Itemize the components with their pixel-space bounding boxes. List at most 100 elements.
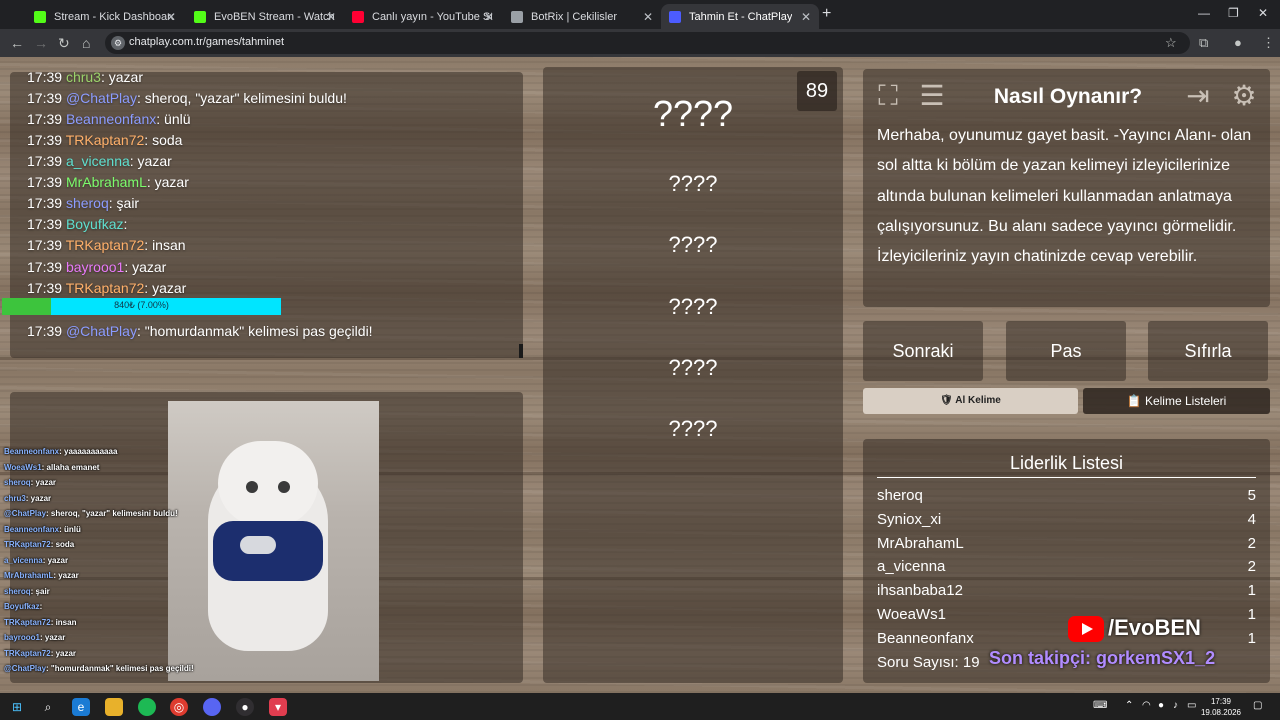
how-to-play-title: Nasıl Oynanır? — [993, 85, 1143, 108]
back-icon[interactable]: ← — [10, 35, 24, 51]
overlay-username: sheroq — [4, 478, 31, 487]
chat-text: : sheroq, "yazar" kelimesini buldu! — [136, 90, 347, 106]
next-button[interactable]: Sonraki — [863, 321, 983, 381]
leaderboard-row: ihsanbaba12 1 — [877, 582, 1256, 599]
home-icon[interactable]: ⌂ — [82, 35, 90, 51]
tab-youtube-studio[interactable]: Canlı yayın - YouTube Studio ✕ — [344, 4, 502, 29]
profile-icon[interactable]: ● — [1234, 35, 1242, 50]
system-clock[interactable]: 17:39 19.08.2026 — [1200, 696, 1242, 718]
edge-icon[interactable]: e — [72, 698, 90, 716]
chat-text: : yazar — [124, 259, 167, 275]
chat-text: : yazar — [144, 280, 187, 296]
tab-bar: Stream - Kick Dashboard ✕ EvoBEN Stream … — [0, 0, 1280, 29]
chrome-icon[interactable]: ◎ — [170, 698, 188, 716]
pass-button[interactable]: Pas — [1006, 321, 1126, 381]
url-field[interactable]: ⚙ chatplay.com.tr/games/tahminet — [105, 32, 1190, 54]
chat-message: 17:39 MrAbrahamL: yazar — [27, 174, 189, 190]
discord-icon[interactable] — [203, 698, 221, 716]
word-lists-button[interactable]: 📋 Kelime Listeleri — [1083, 388, 1270, 414]
site-info-icon[interactable]: ⚙ — [111, 36, 125, 50]
chat-username[interactable]: @ChatPlay — [66, 323, 137, 339]
clipboard-icon: 📋 — [1126, 394, 1145, 408]
chat-username[interactable]: chru3 — [66, 69, 101, 85]
overlay-text: : yazar — [40, 633, 66, 642]
chat-message: 17:39 TRKaptan72: soda — [27, 132, 182, 148]
chat-username[interactable]: sheroq — [66, 195, 109, 211]
how-to-play-text: Merhaba, oyunumuz gayet basit. -Yayıncı … — [877, 127, 1252, 266]
close-icon[interactable]: ✕ — [166, 10, 176, 24]
get-word-label: Al Kelime — [955, 395, 1001, 406]
extensions-icon[interactable]: ⧉ — [1199, 35, 1208, 51]
chat-time: 17:39 — [27, 237, 63, 253]
fullscreen-icon[interactable]: ⛶ — [871, 79, 905, 113]
close-icon[interactable]: ✕ — [484, 10, 494, 24]
chat-time: 17:39 — [27, 195, 63, 211]
chat-message: 17:39 TRKaptan72: yazar — [27, 280, 186, 296]
chat-username[interactable]: TRKaptan72 — [66, 132, 145, 148]
new-tab-button[interactable]: + — [822, 5, 831, 23]
notes-icon[interactable]: ☰ — [915, 79, 949, 113]
menu-icon[interactable]: ⋮ — [1262, 35, 1275, 51]
chat-username[interactable]: @ChatPlay — [66, 90, 137, 106]
chat-message: 17:39 chru3: yazar — [27, 69, 143, 85]
overlay-username: Beanneonfanx — [4, 524, 60, 534]
minimize-icon[interactable]: — — [1198, 6, 1210, 20]
chat-text: : soda — [144, 132, 183, 148]
forward-icon[interactable]: → — [34, 35, 48, 51]
chat-username[interactable]: bayrooo1 — [66, 259, 124, 275]
search-icon[interactable]: ⌕ — [39, 698, 57, 716]
spotify-icon[interactable] — [138, 698, 156, 716]
notification-icon[interactable]: ▢ — [1253, 700, 1262, 711]
forbidden-word: ???? — [668, 416, 718, 441]
progress-text: 840₺ (7.00%) — [114, 300, 169, 310]
keyboard-icon[interactable]: ⌨ — [1093, 700, 1107, 711]
chat-time: 17:39 — [27, 69, 63, 85]
overlay-chat-line: bayrooo1: yazar — [4, 633, 65, 642]
reload-icon[interactable]: ↻ — [58, 35, 70, 52]
webcam-cat-image — [168, 401, 379, 681]
overlay-chat-line: sheroq: yazar — [4, 478, 56, 487]
tab-evoben-stream[interactable]: EvoBEN Stream - Watch Live on ✕ — [186, 4, 344, 29]
exit-icon[interactable]: ⇥ — [1181, 79, 1215, 113]
settings-gear-icon[interactable]: ⚙ — [1227, 79, 1261, 113]
close-window-icon[interactable]: ✕ — [1258, 6, 1268, 20]
overlay-text: : yaaaaaaaaaaa — [59, 447, 118, 456]
get-word-button[interactable]: 🛡 Al Kelime — [863, 388, 1078, 414]
obs-icon[interactable]: ● — [236, 698, 254, 716]
chat-username[interactable]: Boyufkaz — [66, 216, 124, 232]
tab-kick-dashboard[interactable]: Stream - Kick Dashboard ✕ — [26, 4, 184, 29]
overlay-chat-line: a_vicenna: yazar — [4, 556, 68, 565]
close-icon[interactable]: ✕ — [643, 10, 653, 24]
goal-progress-bar: 840₺ (7.00%) — [2, 298, 281, 315]
mic-icon[interactable]: ● — [1158, 700, 1164, 711]
reset-button[interactable]: Sıfırla — [1148, 321, 1268, 381]
tab-tahmin-et[interactable]: Tahmin Et - ChatPlay ✕ — [661, 4, 819, 29]
youtube-watermark: /EvoBEN — [1068, 614, 1268, 642]
chat-username[interactable]: a_vicenna — [66, 153, 130, 169]
folder-icon[interactable] — [105, 698, 123, 716]
overlay-username: TRKaptan72 — [4, 617, 51, 627]
chat-message: 17:39 a_vicenna: yazar — [27, 153, 172, 169]
tray-up-icon[interactable]: ⌃ — [1125, 700, 1133, 711]
player-score: 5 — [1247, 487, 1256, 504]
chat-username[interactable]: TRKaptan72 — [66, 237, 145, 253]
overlay-text: : — [39, 602, 43, 611]
overlay-chat-line: MrAbrahamL: yazar — [4, 571, 79, 580]
battery-icon[interactable]: ▭ — [1187, 700, 1196, 711]
chat-time: 17:39 — [27, 153, 63, 169]
close-icon[interactable]: ✕ — [801, 10, 811, 24]
windows-start-icon[interactable]: ⊞ — [8, 698, 26, 716]
chat-message: 17:39 Beanneonfanx: ünlü — [27, 111, 191, 127]
bookmark-star-icon[interactable]: ☆ — [1165, 35, 1177, 51]
chat-time: 17:39 — [27, 323, 63, 339]
restore-icon[interactable]: ❐ — [1228, 6, 1239, 20]
chat-username[interactable]: MrAbrahamL — [66, 174, 147, 190]
wifi-icon[interactable]: ◠ — [1142, 700, 1151, 711]
chat-username[interactable]: TRKaptan72 — [66, 280, 145, 296]
tab-botrix[interactable]: BotRix | Cekilisler ✕ — [503, 4, 661, 29]
volume-icon[interactable]: ♪ — [1173, 700, 1178, 711]
overlay-chat-line: chru3: yazar — [4, 494, 51, 503]
chat-username[interactable]: Beanneonfanx — [66, 111, 156, 127]
app-icon[interactable]: ▾ — [269, 698, 287, 716]
close-icon[interactable]: ✕ — [326, 10, 336, 24]
